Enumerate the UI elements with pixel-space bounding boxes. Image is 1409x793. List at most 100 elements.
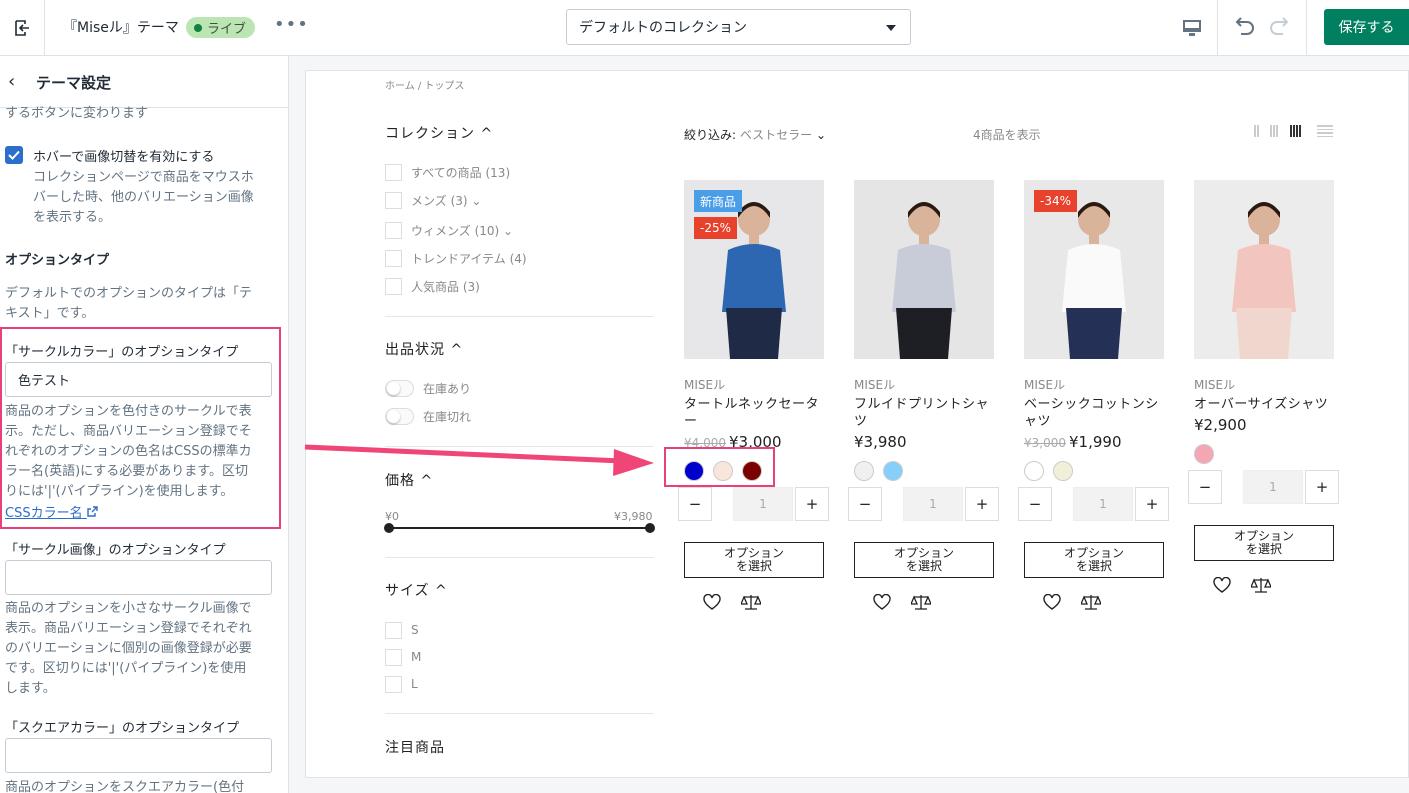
hover-help-line: コレクションページで商品をマウスホ — [33, 170, 254, 185]
hover-swap-label[interactable]: ホバーで画像切替を有効にする — [33, 146, 214, 165]
filter-option[interactable]: トレンドアイテム (4) — [385, 249, 527, 267]
checkbox[interactable] — [385, 221, 402, 239]
compare-scale-icon[interactable] — [911, 594, 931, 610]
toggle-switch[interactable] — [385, 379, 414, 397]
filter-option[interactable]: ウィメンズ (10) ⌄ — [385, 221, 513, 239]
toggle-switch[interactable] — [385, 407, 414, 425]
product-name[interactable]: オーバーサイズシャツ — [1194, 396, 1334, 413]
filter-option[interactable]: M — [385, 648, 421, 666]
exit-button[interactable] — [0, 0, 45, 56]
grid-3-icon[interactable] — [1270, 125, 1278, 137]
product-card[interactable]: -34% MISEル ベーシックコットンシ ャツ ¥3,000 ¥1,990 — [1024, 180, 1164, 481]
undo-button[interactable] — [1232, 16, 1256, 42]
save-button[interactable]: 保存する — [1324, 9, 1409, 45]
increment-button[interactable]: + — [965, 487, 999, 521]
checkbox[interactable] — [385, 191, 402, 209]
select-option-button[interactable]: オプション を選択 — [854, 542, 994, 578]
filter-out-of-stock[interactable]: 在庫切れ — [385, 407, 471, 425]
product-image[interactable]: 新商品 -25% — [684, 180, 824, 359]
quantity-input[interactable]: 1 — [1243, 470, 1303, 504]
grid-2-icon[interactable] — [1254, 125, 1259, 137]
decrement-button[interactable]: − — [678, 487, 712, 521]
option-type-desc: キスト」です。 — [5, 306, 95, 321]
circle-color-help: ラー名(英語)にする必要があります。区切 — [5, 464, 248, 479]
filter-collection-title[interactable]: コレクション ^ — [385, 123, 493, 143]
filter-in-stock[interactable]: 在庫あり — [385, 379, 471, 397]
price-min-handle[interactable] — [384, 523, 394, 533]
product-tag: -34% — [1034, 190, 1078, 212]
filter-option[interactable]: S — [385, 621, 419, 639]
square-color-input[interactable] — [5, 738, 272, 773]
checkbox[interactable] — [385, 249, 402, 267]
sidebar-scroll-gutter — [289, 56, 305, 793]
quantity-stepper[interactable]: − 1 + — [1188, 470, 1340, 504]
color-swatch[interactable] — [854, 461, 874, 481]
product-image[interactable] — [854, 180, 994, 359]
product-card[interactable]: MISEル フルイドプリントシャ ツ ¥3,980 — [854, 180, 994, 481]
heart-icon[interactable] — [1213, 577, 1231, 593]
product-name[interactable]: フルイドプリントシャ ツ — [854, 396, 994, 430]
quantity-stepper[interactable]: − 1 + — [1018, 487, 1170, 521]
heart-icon[interactable] — [1043, 594, 1061, 610]
product-name[interactable]: タートルネックセータ ー — [684, 396, 824, 430]
quantity-input[interactable]: 1 — [733, 487, 793, 521]
product-image[interactable]: -34% — [1024, 180, 1164, 359]
product-image[interactable] — [1194, 180, 1334, 359]
decrement-button[interactable]: − — [1188, 470, 1222, 504]
color-swatch[interactable] — [1194, 444, 1214, 464]
increment-button[interactable]: + — [1305, 470, 1339, 504]
swatch-row — [1194, 444, 1334, 464]
grid-4-icon[interactable] — [1290, 125, 1301, 137]
product-card[interactable]: MISEル オーバーサイズシャツ ¥2,900 — [1194, 180, 1334, 464]
quantity-input[interactable]: 1 — [903, 487, 963, 521]
checkbox[interactable] — [385, 163, 402, 181]
color-swatch[interactable] — [1053, 461, 1073, 481]
heart-icon[interactable] — [873, 594, 891, 610]
compare-scale-icon[interactable] — [1251, 577, 1271, 593]
filter-option[interactable]: メンズ (3) ⌄ — [385, 191, 481, 209]
filter-price-title[interactable]: 価格 ^ — [385, 470, 433, 490]
filter-size-title[interactable]: サイズ ^ — [385, 580, 448, 600]
decrement-button[interactable]: − — [848, 487, 882, 521]
checkbox[interactable] — [385, 277, 402, 295]
quantity-stepper[interactable]: − 1 + — [678, 487, 830, 521]
heart-icon[interactable] — [703, 594, 721, 610]
checkbox[interactable] — [385, 648, 402, 666]
circle-color-input[interactable]: 色テスト — [5, 362, 272, 397]
breadcrumb[interactable]: ホーム / トップス — [385, 77, 464, 92]
color-swatch[interactable] — [1024, 461, 1044, 481]
chevron-down-icon: ⌄ — [815, 128, 827, 142]
checkbox[interactable] — [385, 675, 402, 693]
compare-scale-icon[interactable] — [741, 594, 761, 610]
product-card[interactable]: 新商品 -25% MISEル タートルネックセータ ー ¥4,000 ¥3,000 — [684, 180, 824, 481]
hover-help-line: を表示する。 — [33, 210, 112, 225]
redo-button[interactable] — [1268, 16, 1292, 42]
sort-dropdown[interactable]: 絞り込み: ベストセラー ⌄ — [684, 126, 826, 143]
quantity-stepper[interactable]: − 1 + — [848, 487, 1000, 521]
filter-option[interactable]: 人気商品 (3) — [385, 277, 480, 295]
more-actions-button[interactable]: ••• — [274, 14, 309, 35]
desktop-preview-button[interactable] — [1166, 0, 1218, 56]
filter-option[interactable]: すべての商品 (13) — [385, 163, 510, 181]
select-option-button[interactable]: オプション を選択 — [1194, 525, 1334, 561]
select-option-button[interactable]: オプション を選択 — [684, 542, 824, 578]
increment-button[interactable]: + — [1135, 487, 1169, 521]
select-option-button[interactable]: オプション を選択 — [1024, 542, 1164, 578]
filter-availability-title[interactable]: 出品状況 ^ — [385, 339, 463, 359]
compare-scale-icon[interactable] — [1081, 594, 1101, 610]
filter-option[interactable]: L — [385, 675, 418, 693]
color-swatch[interactable] — [883, 461, 903, 481]
product-name[interactable]: ベーシックコットンシ ャツ — [1024, 396, 1164, 430]
circle-image-input[interactable] — [5, 560, 272, 595]
list-view-icon[interactable] — [1317, 125, 1333, 137]
quantity-input[interactable]: 1 — [1073, 487, 1133, 521]
css-color-link[interactable]: CSSカラー名 — [5, 502, 98, 521]
decrement-button[interactable]: − — [1018, 487, 1052, 521]
increment-button[interactable]: + — [795, 487, 829, 521]
collection-select[interactable]: デフォルトのコレクション — [566, 9, 911, 45]
checkbox[interactable] — [385, 621, 402, 639]
back-chevron-icon[interactable]: ‹ — [8, 71, 15, 92]
hover-swap-checkbox[interactable] — [5, 146, 23, 164]
filter-featured-title[interactable]: 注目商品 — [385, 737, 445, 757]
price-max-handle[interactable] — [645, 523, 655, 533]
